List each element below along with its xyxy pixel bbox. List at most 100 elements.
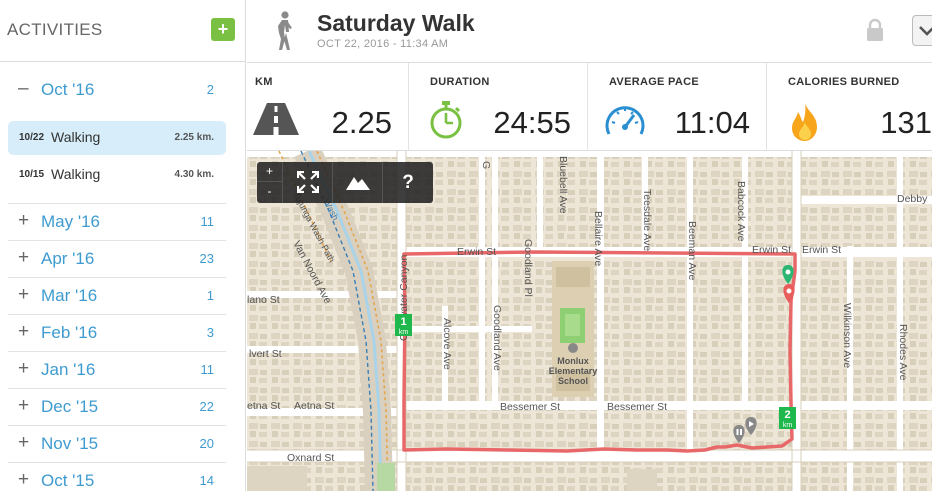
expand-icon[interactable]: + [18, 247, 29, 269]
activity-datetime: OCT 22, 2016 - 11:34 AM [317, 38, 449, 50]
flame-icon [792, 103, 817, 141]
stat-pace: AVERAGE PACE 11:04 [588, 63, 767, 151]
month-count: 20 [199, 436, 214, 451]
month-row[interactable]: + Dec '15 22 [8, 389, 226, 426]
stat-label: CALORIES BURNED [788, 76, 900, 88]
zoom-control: + - [257, 162, 283, 203]
expand-icon[interactable]: + [18, 321, 29, 343]
month-count: 22 [199, 399, 214, 414]
street-label: Bessemer St [607, 401, 667, 413]
street-label: G [480, 161, 492, 169]
km-marker-number: 1 [400, 316, 406, 328]
street-label: etna St [247, 400, 280, 412]
month-count: 11 [200, 362, 215, 377]
month-row[interactable]: + Apr '16 23 [8, 241, 226, 278]
expand-icon[interactable]: + [18, 432, 29, 454]
zoom-out-button[interactable]: - [257, 182, 282, 202]
street-label: Rhodes Ave [897, 324, 909, 381]
school-label: Elementary [549, 366, 598, 376]
street-label: Erwin St [457, 246, 496, 258]
street-label: lano St [247, 294, 280, 306]
activity-date: 10/15 [19, 169, 45, 180]
month-row[interactable]: + Oct '15 14 [8, 463, 226, 491]
chevron-down-icon [919, 26, 932, 36]
street-label: Debby [897, 193, 928, 205]
expand-icon[interactable]: + [18, 210, 29, 232]
street-label: Alcove Ave [441, 318, 453, 370]
month-label: Mar '16 [41, 286, 98, 305]
stat-label: AVERAGE PACE [609, 76, 699, 88]
activity-distance: 2.25 km. [174, 132, 214, 143]
expand-icon[interactable]: + [18, 469, 29, 491]
month-label: Dec '15 [41, 397, 99, 416]
activity-item[interactable]: 10/15 Walking 4.30 km. [8, 158, 226, 192]
month-count: 23 [199, 251, 214, 266]
month-label: Nov '15 [41, 434, 99, 453]
fullscreen-icon [296, 170, 319, 194]
help-button[interactable]: ? [383, 162, 433, 203]
street-label: lvert St [249, 348, 282, 360]
terrain-button[interactable] [333, 162, 383, 203]
activity-item[interactable]: 10/22 Walking 2.25 km. [8, 121, 226, 155]
km-marker-1[interactable]: 1 km [395, 314, 412, 336]
street-label: Wilkinson Ave [841, 303, 853, 368]
km-marker-unit: km [399, 329, 409, 336]
lock-icon[interactable] [865, 18, 885, 42]
stat-label: DURATION [430, 76, 490, 88]
month-row[interactable]: + Mar '16 1 [8, 278, 226, 315]
sidebar-header: ACTIVITIES + [0, 0, 246, 62]
street-label: Bessemer St [500, 401, 560, 413]
month-label: Jan '16 [41, 360, 96, 379]
month-label: Feb '16 [41, 323, 98, 342]
street-label: Aetna St [294, 400, 334, 412]
stat-value: 24:55 [493, 105, 571, 140]
fullscreen-button[interactable] [283, 162, 333, 203]
month-row[interactable]: + Feb '16 3 [8, 315, 226, 352]
activity-date: 10/22 [19, 132, 45, 143]
month-count: 1 [206, 288, 214, 303]
month-row[interactable]: + Nov '15 20 [8, 426, 226, 463]
month-row-expanded[interactable]: – Oct '16 2 [8, 72, 226, 109]
month-count: 14 [199, 473, 214, 488]
activity-menu-button[interactable] [912, 15, 932, 46]
street-label: Erwin St [802, 244, 841, 256]
month-row[interactable]: + May '16 11 [8, 204, 226, 241]
month-label: Oct '16 [41, 80, 95, 99]
month-count: 3 [206, 325, 214, 340]
month-label: May '16 [41, 212, 100, 231]
street-label: Teesdale Ave [641, 189, 653, 251]
month-label: Oct '15 [41, 471, 95, 490]
school-label: School [558, 376, 588, 386]
road-icon [253, 103, 299, 135]
terrain-icon [345, 177, 370, 190]
activities-sidebar: ACTIVITIES + – Oct '16 2 10/22 Walking 2… [0, 0, 246, 491]
km-marker-number: 2 [784, 409, 790, 421]
speedometer-icon [605, 106, 645, 135]
activity-type: Walking [51, 166, 101, 182]
month-row[interactable]: + Jan '16 11 [8, 352, 226, 389]
stat-value: 11:04 [674, 105, 750, 140]
stat-value: 2.25 [331, 105, 392, 140]
expand-icon[interactable]: + [18, 284, 29, 306]
month-count: 11 [200, 214, 215, 229]
expand-icon[interactable]: + [18, 358, 29, 380]
street-label: Beeman Ave [686, 221, 698, 281]
month-count: 2 [206, 82, 214, 97]
month-label: Apr '16 [41, 249, 95, 268]
walker-icon [278, 11, 292, 50]
street-label: Bluebell Ave [557, 156, 569, 214]
expand-icon[interactable]: + [18, 395, 29, 417]
km-marker-2[interactable]: 2 km [779, 407, 796, 429]
route-map[interactable]: Erwin St Erwin St Erwin St Bessemer St B… [247, 151, 932, 491]
collapse-icon[interactable]: – [18, 78, 29, 100]
activity-distance: 4.30 km. [174, 169, 214, 180]
street-label: Oxnard St [287, 452, 334, 464]
zoom-in-button[interactable]: + [257, 162, 282, 182]
activity-header: Saturday Walk OCT 22, 2016 - 11:34 AM [247, 0, 932, 63]
sidebar-title: ACTIVITIES [7, 20, 103, 39]
street-label: Bellaire Ave [592, 211, 604, 266]
stat-label: KM [255, 76, 273, 88]
activity-title: Saturday Walk [317, 10, 475, 36]
add-activity-button[interactable]: + [211, 18, 235, 41]
street-label: Goodland Ave [491, 305, 503, 371]
